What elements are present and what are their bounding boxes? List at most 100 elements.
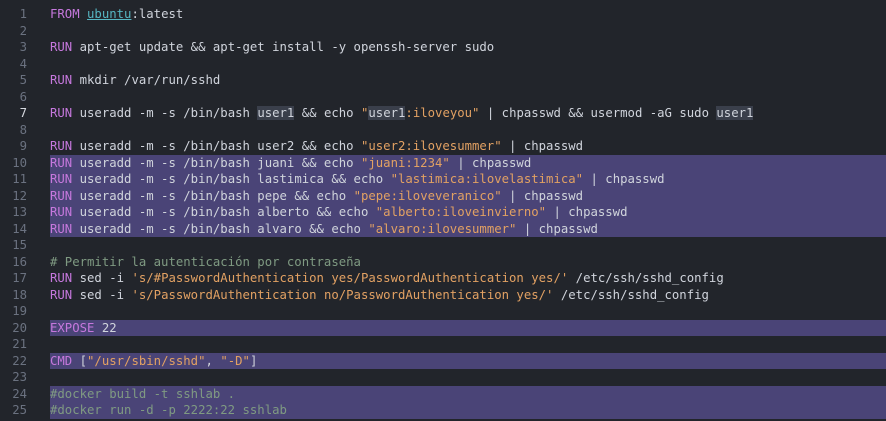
code-line[interactable]: 19 — [0, 303, 886, 320]
code-line[interactable]: 9 RUN useradd -m -s /bin/bash user2 && ec… — [0, 138, 886, 155]
code-line[interactable]: 7 RUN useradd -m -s /bin/bash user1 && ec… — [0, 105, 886, 122]
line-code[interactable]: RUN sed -i 's/#PasswordAuthentication ye… — [50, 270, 886, 287]
line-number: 21 — [12, 337, 27, 351]
code-token: && echo — [294, 106, 361, 120]
string-token: "alvaro:ilovesummer" — [368, 221, 517, 236]
line-code[interactable] — [50, 237, 886, 254]
code-line[interactable]: 1 FROM ubuntu:latest — [0, 6, 886, 23]
code-token: :latest — [131, 7, 184, 21]
line-number: 23 — [12, 370, 27, 384]
string-token: "juani:1234" — [360, 155, 450, 170]
line-code[interactable]: RUN useradd -m -s /bin/bash user1 && ech… — [50, 105, 886, 122]
code-token: | chpasswd — [546, 205, 628, 219]
line-code[interactable] — [50, 369, 886, 386]
keyword-token: RUN — [50, 271, 80, 285]
line-code[interactable]: RUN useradd -m -s /bin/bash lastimica &&… — [50, 171, 886, 188]
string-token: "-D" — [220, 353, 250, 368]
line-number: 20 — [12, 320, 27, 335]
code-line[interactable]: 3 RUN apt-get update && apt-get install -… — [0, 39, 886, 56]
code-editor[interactable]: 1 FROM ubuntu:latest 2 3 RUN apt-get update … — [0, 0, 886, 421]
line-code[interactable]: #docker build -t sshlab . — [50, 385, 886, 402]
keyword-token: FROM — [50, 7, 88, 21]
string-token: "alberto:iloveinvierno" — [375, 205, 547, 219]
code-token: /etc/ssh/sshd_config — [568, 271, 724, 285]
line-code[interactable]: RUN useradd -m -s /bin/bash pepe && echo… — [50, 187, 886, 204]
line-code[interactable]: CMD ["/usr/sbin/sshd", "-D"] — [50, 352, 886, 369]
code-line[interactable]: 20 EXPOSE 22 — [0, 319, 886, 336]
line-number: 12 — [12, 188, 27, 203]
string-token: "/usr/sbin/sshd" — [87, 353, 206, 368]
code-line[interactable]: 5 RUN mkdir /var/run/sshd — [0, 72, 886, 89]
code-line[interactable]: 21 — [0, 336, 886, 353]
line-number: 7 — [19, 106, 27, 120]
highlighted-token: user1 — [368, 106, 406, 120]
line-number: 22 — [12, 353, 27, 368]
line-code[interactable] — [50, 303, 886, 320]
keyword-token: RUN — [50, 205, 80, 219]
line-code[interactable]: RUN mkdir /var/run/sshd — [50, 72, 886, 89]
line-code[interactable]: RUN useradd -m -s /bin/bash user2 && ech… — [50, 138, 886, 155]
code-line[interactable]: 23 — [0, 369, 886, 386]
code-token: useradd -m -s /bin/bash — [79, 106, 258, 120]
code-line[interactable]: 17 RUN sed -i 's/#PasswordAuthentication … — [0, 270, 886, 287]
code-line[interactable]: 8 — [0, 122, 886, 139]
highlighted-token: user1 — [257, 106, 295, 120]
string-token: "user2:ilovesummer" — [360, 139, 502, 153]
line-code[interactable]: RUN sed -i 's/PasswordAuthentication no/… — [50, 287, 886, 304]
code-line[interactable]: 12 RUN useradd -m -s /bin/bash pepe && ec… — [0, 187, 886, 204]
code-line[interactable]: 4 — [0, 56, 886, 73]
image-link-token[interactable]: ubuntu — [87, 7, 131, 21]
string-token: "lastimica:ilovelastimica" — [390, 172, 584, 186]
code-line[interactable]: 15 — [0, 237, 886, 254]
code-line[interactable]: 2 — [0, 23, 886, 40]
code-line[interactable]: 24 #docker build -t sshlab . — [0, 385, 886, 402]
line-code[interactable]: RUN useradd -m -s /bin/bash alvaro && ec… — [50, 220, 886, 237]
keyword-token: RUN — [50, 221, 80, 236]
keyword-token: RUN — [50, 287, 80, 302]
code-line[interactable]: 14 RUN useradd -m -s /bin/bash alvaro && … — [0, 220, 886, 237]
line-code[interactable]: RUN useradd -m -s /bin/bash alberto && e… — [50, 204, 886, 221]
line-number: 9 — [19, 139, 27, 153]
code-token: sed -i — [79, 287, 132, 302]
line-code[interactable] — [50, 89, 886, 106]
code-token: | chpasswd — [516, 221, 598, 236]
code-line[interactable]: 13 RUN useradd -m -s /bin/bash alberto &&… — [0, 204, 886, 221]
code-line[interactable]: 11 RUN useradd -m -s /bin/bash lastimica … — [0, 171, 886, 188]
keyword-token: RUN — [50, 73, 80, 87]
keyword-token: RUN — [50, 155, 80, 170]
code-line[interactable]: 6 — [0, 89, 886, 106]
code-token: 22 — [101, 320, 117, 335]
line-number: 6 — [19, 89, 27, 104]
code-line[interactable]: 22 CMD ["/usr/sbin/sshd", "-D"] — [0, 352, 886, 369]
line-number: 13 — [12, 205, 27, 219]
line-code[interactable]: #docker run -d -p 2222:22 sshlab — [50, 402, 886, 419]
code-token: | chpasswd — [501, 139, 584, 153]
code-token: apt-get update && apt-get install -y ope… — [79, 40, 495, 54]
code-token: useradd -m -s /bin/bash pepe && echo — [79, 188, 354, 203]
code-token: useradd -m -s /bin/bash alvaro && echo — [79, 221, 369, 236]
line-code[interactable]: RUN useradd -m -s /bin/bash juani && ech… — [50, 154, 886, 171]
code-token: useradd -m -s /bin/bash user2 && echo — [79, 139, 361, 153]
line-code[interactable] — [50, 56, 886, 73]
code-token: useradd -m -s /bin/bash alberto && echo — [79, 205, 376, 219]
line-code[interactable]: EXPOSE 22 — [50, 319, 886, 336]
code-line[interactable]: 16 # Permitir la autenticación por contra… — [0, 254, 886, 271]
code-token: | chpasswd — [501, 188, 584, 203]
line-code[interactable]: FROM ubuntu:latest — [50, 6, 886, 23]
line-number: 4 — [19, 56, 27, 71]
line-code[interactable] — [50, 122, 886, 139]
code-token: , — [205, 353, 221, 368]
comment-token: # Permitir la autenticación por contrase… — [50, 254, 361, 269]
line-code[interactable]: RUN apt-get update && apt-get install -y… — [50, 39, 886, 56]
code-token: useradd -m -s /bin/bash juani && echo — [79, 155, 361, 170]
line-code[interactable] — [50, 23, 886, 40]
line-number: 18 — [12, 287, 27, 302]
code-line[interactable]: 18 RUN sed -i 's/PasswordAuthentication n… — [0, 287, 886, 304]
keyword-token: RUN — [50, 40, 80, 54]
line-number: 19 — [12, 304, 27, 318]
code-line[interactable]: 10 RUN useradd -m -s /bin/bash juani && e… — [0, 154, 886, 171]
line-code[interactable] — [50, 336, 886, 353]
code-line[interactable]: 25 #docker run -d -p 2222:22 sshlab — [0, 402, 886, 419]
code-token: /etc/ssh/sshd_config — [553, 287, 709, 302]
line-code[interactable]: # Permitir la autenticación por contrase… — [50, 254, 886, 271]
